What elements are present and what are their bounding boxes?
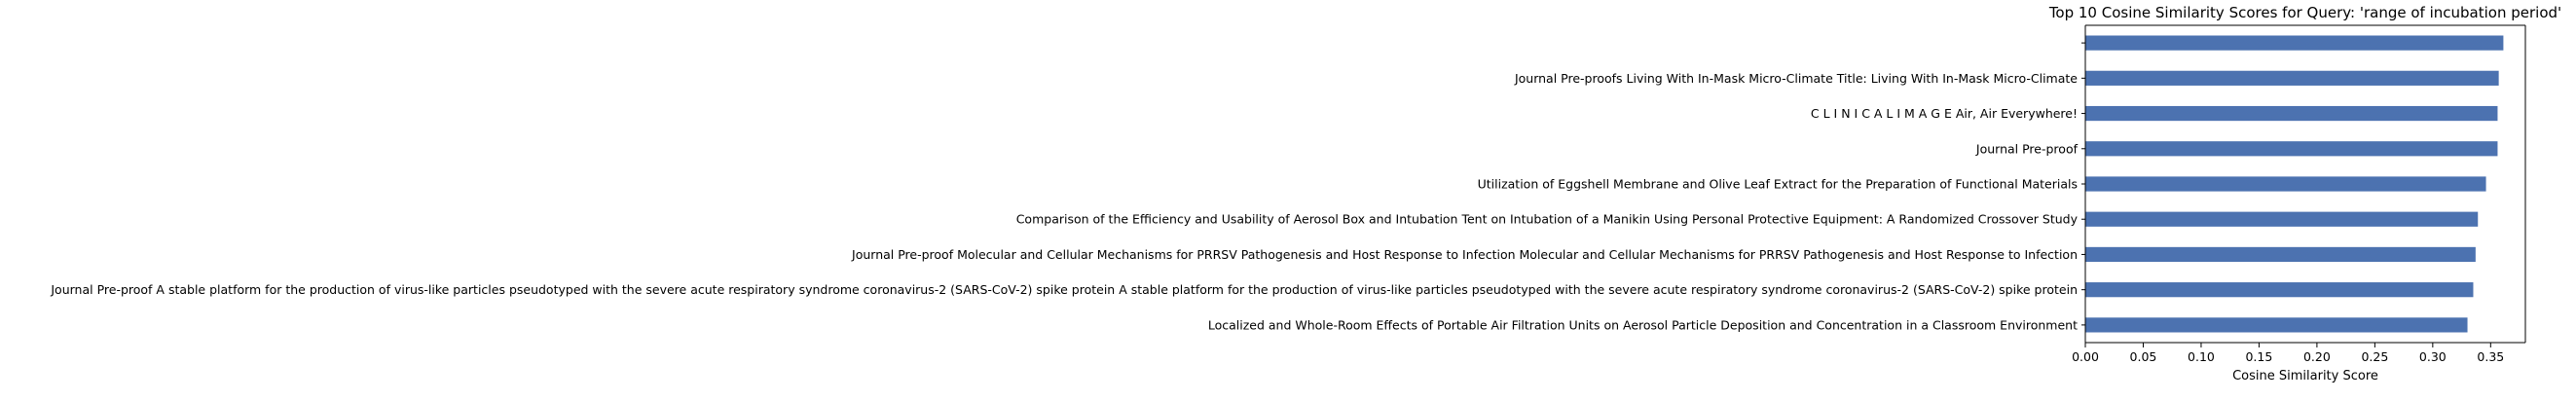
bar-5 (2085, 176, 2486, 192)
bar-2 (2085, 70, 2499, 86)
x-tick-label: 0.20 (2303, 349, 2331, 364)
bar-4 (2085, 141, 2498, 157)
category-labels-group: Journal Pre-proofs Living With In-Mask M… (50, 42, 2085, 332)
bar-6 (2085, 211, 2479, 227)
bar-1 (2085, 35, 2504, 51)
category-label-4: Journal Pre-proof (1975, 141, 2079, 156)
bar-7 (2085, 246, 2476, 263)
bar-9 (2085, 317, 2468, 333)
x-tick-label: 0.05 (2130, 349, 2157, 364)
category-label-3: C L I N I C A L I M A G E Air, Air Every… (1811, 106, 2078, 121)
bar-8 (2085, 282, 2474, 298)
category-label-7: Journal Pre-proof Molecular and Cellular… (851, 247, 2078, 262)
bar-chart: Top 10 Cosine Similarity Scores for Quer… (50, 4, 2561, 383)
x-ticks-group: 0.00 0.05 0.10 0.15 0.20 0.25 0.30 0.35 (2072, 343, 2504, 364)
x-tick-label: 0.25 (2361, 349, 2388, 364)
chart-title: Top 10 Cosine Similarity Scores for Quer… (2048, 4, 2561, 21)
category-label-6: Comparison of the Efficiency and Usabili… (1016, 212, 2079, 227)
bars-group (2085, 35, 2504, 333)
category-label-8: Journal Pre-proof A stable platform for … (50, 282, 2078, 297)
x-tick-label: 0.35 (2477, 349, 2504, 364)
x-tick-label: 0.15 (2245, 349, 2272, 364)
category-label-9: Localized and Whole-Room Effects of Port… (1208, 317, 2078, 332)
category-label-2: Journal Pre-proofs Living With In-Mask M… (1514, 71, 2078, 86)
x-tick-label: 0.30 (2419, 349, 2447, 364)
x-axis-label: Cosine Similarity Score (2232, 369, 2378, 383)
bar-3 (2085, 105, 2498, 122)
x-tick-label: 0.00 (2072, 349, 2099, 364)
x-tick-label: 0.10 (2188, 349, 2215, 364)
category-label-5: Utilization of Eggshell Membrane and Oli… (1478, 177, 2078, 192)
